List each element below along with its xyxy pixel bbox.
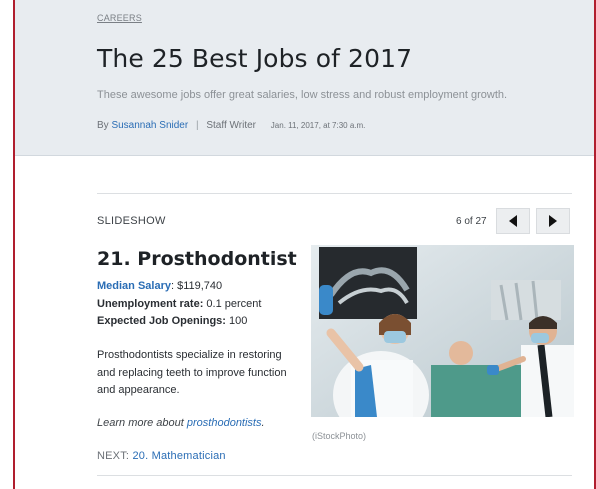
next-slide-button[interactable] bbox=[536, 208, 570, 234]
next-slide-link[interactable]: 20. Mathematician bbox=[132, 450, 225, 462]
slide-description: Prosthodontists specialize in restoring … bbox=[97, 349, 287, 396]
next-prefix: NEXT: bbox=[97, 450, 133, 462]
category-link[interactable]: CAREERS bbox=[97, 13, 142, 23]
page-title: The 25 Best Jobs of 2017 bbox=[97, 44, 413, 73]
learn-more-suffix: . bbox=[261, 417, 265, 429]
article-header: CAREERS The 25 Best Jobs of 2017 These a… bbox=[15, 0, 594, 156]
unemployment-label: Unemployment rate: bbox=[97, 297, 204, 310]
slide-title: 21. Prosthodontist bbox=[97, 248, 297, 270]
divider-bottom bbox=[97, 475, 572, 476]
openings-row: Expected Job Openings: 100 bbox=[97, 313, 261, 331]
page-frame: CAREERS The 25 Best Jobs of 2017 These a… bbox=[13, 0, 596, 489]
next-slide-teaser: NEXT: 20. Mathematician bbox=[97, 450, 226, 462]
learn-more: Learn more about prosthodontists. bbox=[97, 417, 265, 429]
publish-date: Jan. 11, 2017, at 7:30 a.m. bbox=[270, 121, 366, 130]
median-salary-value: : $119,740 bbox=[170, 280, 223, 292]
openings-value: 100 bbox=[225, 315, 248, 327]
slideshow-label: SLIDESHOW bbox=[97, 215, 166, 227]
learn-more-prefix: Learn more about bbox=[97, 417, 187, 429]
byline: By Susannah Snider | Staff Writer Jan. 1… bbox=[97, 120, 365, 131]
unemployment-row: Unemployment rate: 0.1 percent bbox=[97, 296, 261, 314]
median-salary-link[interactable]: Median Salary bbox=[97, 280, 171, 292]
job-facts: Median Salary: $119,740 Unemployment rat… bbox=[97, 278, 261, 331]
byline-prefix: By bbox=[97, 120, 109, 131]
prev-slide-button[interactable] bbox=[496, 208, 530, 234]
dentist-photo-illustration bbox=[311, 245, 574, 417]
openings-label: Expected Job Openings: bbox=[97, 315, 226, 327]
author-role: Staff Writer bbox=[206, 120, 257, 131]
divider-top bbox=[97, 193, 572, 194]
photo-credit: (iStockPhoto) bbox=[312, 431, 367, 441]
slide-photo bbox=[311, 245, 574, 417]
byline-separator: | bbox=[195, 120, 199, 131]
article-dek: These awesome jobs offer great salaries,… bbox=[97, 89, 508, 101]
author-link[interactable]: Susannah Snider bbox=[111, 120, 188, 131]
unemployment-value: 0.1 percent bbox=[203, 297, 262, 310]
learn-more-link[interactable]: prosthodontists bbox=[187, 417, 262, 429]
triangle-right-icon bbox=[549, 215, 557, 227]
median-salary-row: Median Salary: $119,740 bbox=[97, 278, 261, 296]
triangle-left-icon bbox=[509, 215, 517, 227]
slide-counter: 6 of 27 bbox=[456, 216, 487, 227]
